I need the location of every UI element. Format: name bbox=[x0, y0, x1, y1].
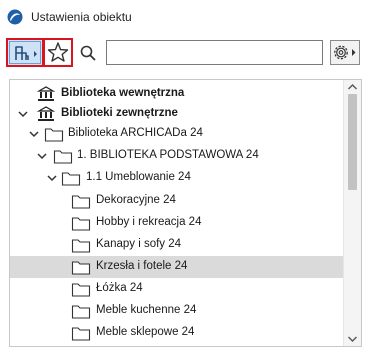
tree-item-beds[interactable]: Łóżka 24 bbox=[10, 278, 343, 300]
star-icon bbox=[47, 42, 69, 62]
folder-icon bbox=[71, 305, 91, 319]
vertical-scrollbar[interactable] bbox=[343, 80, 361, 346]
folder-icon bbox=[71, 283, 91, 297]
tree-item-chairs[interactable]: Krzesła i fotele 24 bbox=[10, 256, 343, 278]
tree-item-label: 1.1 Umeblowanie 24 bbox=[86, 171, 191, 183]
scrollbar-thumb[interactable] bbox=[348, 94, 357, 190]
tree-item-label: Kanapy i sofy 24 bbox=[96, 238, 182, 250]
folder-icon bbox=[71, 195, 91, 209]
search-icon bbox=[80, 45, 96, 61]
chevron-down-icon[interactable] bbox=[17, 108, 29, 120]
tree-item-label: Biblioteka wewnętrzna bbox=[61, 87, 185, 99]
settings-menu-button[interactable] bbox=[330, 40, 360, 65]
folder-icon bbox=[71, 261, 91, 275]
library-tree[interactable]: Biblioteka wewnętrzna Biblioteki zewnętr… bbox=[9, 79, 362, 347]
title-bar: Ustawienia obiektu bbox=[0, 0, 375, 33]
library-view-mode-button[interactable] bbox=[6, 38, 44, 67]
tree-item-internal-library[interactable]: Biblioteka wewnętrzna bbox=[10, 83, 343, 105]
tree-item-label: Hobby i rekreacja 24 bbox=[96, 216, 202, 228]
scroll-up-icon[interactable] bbox=[344, 80, 361, 94]
tree-item-shop[interactable]: Meble sklepowe 24 bbox=[10, 322, 343, 344]
tree-item-basic-library[interactable]: 1. BIBLIOTEKA PODSTAWOWA 24 bbox=[10, 145, 343, 167]
tree-item-archicad-library[interactable]: Biblioteka ARCHICADa 24 bbox=[10, 123, 343, 145]
library-mode-icon bbox=[15, 46, 37, 60]
favorites-button[interactable] bbox=[43, 38, 73, 67]
folder-icon bbox=[71, 239, 91, 253]
tree-item-label: Dekoracyjne 24 bbox=[96, 194, 176, 206]
tree-item-hobby[interactable]: Hobby i rekreacja 24 bbox=[10, 212, 343, 234]
folder-icon bbox=[71, 217, 91, 231]
folder-icon bbox=[44, 128, 64, 142]
library-icon bbox=[36, 86, 56, 101]
chevron-down-icon[interactable] bbox=[46, 172, 58, 184]
folder-icon bbox=[61, 172, 81, 186]
archicad-app-icon bbox=[7, 9, 23, 25]
gear-icon bbox=[334, 45, 356, 60]
scroll-down-icon[interactable] bbox=[344, 332, 361, 346]
folder-icon bbox=[71, 327, 91, 341]
chevron-down-icon[interactable] bbox=[36, 150, 48, 162]
tree-item-decorative[interactable]: Dekoracyjne 24 bbox=[10, 190, 343, 212]
tree-item-label: Biblioteki zewnętrzne bbox=[61, 107, 178, 119]
tree-item-label: 1. BIBLIOTEKA PODSTAWOWA 24 bbox=[77, 149, 259, 161]
tree-item-furniture[interactable]: 1.1 Umeblowanie 24 bbox=[10, 167, 343, 189]
search-input[interactable] bbox=[106, 40, 323, 65]
folder-icon bbox=[53, 150, 73, 164]
tree-item-external-libraries[interactable]: Biblioteki zewnętrzne bbox=[10, 103, 343, 125]
tree-item-label: Biblioteka ARCHICADa 24 bbox=[68, 127, 203, 139]
tree-item-label: Łóżka 24 bbox=[96, 282, 143, 294]
library-icon bbox=[36, 106, 56, 121]
tree-item-label: Meble sklepowe 24 bbox=[96, 326, 195, 338]
tree-item-label: Krzesła i fotele 24 bbox=[96, 260, 188, 272]
chevron-down-icon[interactable] bbox=[28, 128, 40, 140]
toolbar bbox=[0, 33, 375, 73]
tree-item-sofas[interactable]: Kanapy i sofy 24 bbox=[10, 234, 343, 256]
tree-item-label: Meble kuchenne 24 bbox=[96, 304, 197, 316]
window-title: Ustawienia obiektu bbox=[31, 10, 132, 24]
tree-item-kitchen[interactable]: Meble kuchenne 24 bbox=[10, 300, 343, 322]
